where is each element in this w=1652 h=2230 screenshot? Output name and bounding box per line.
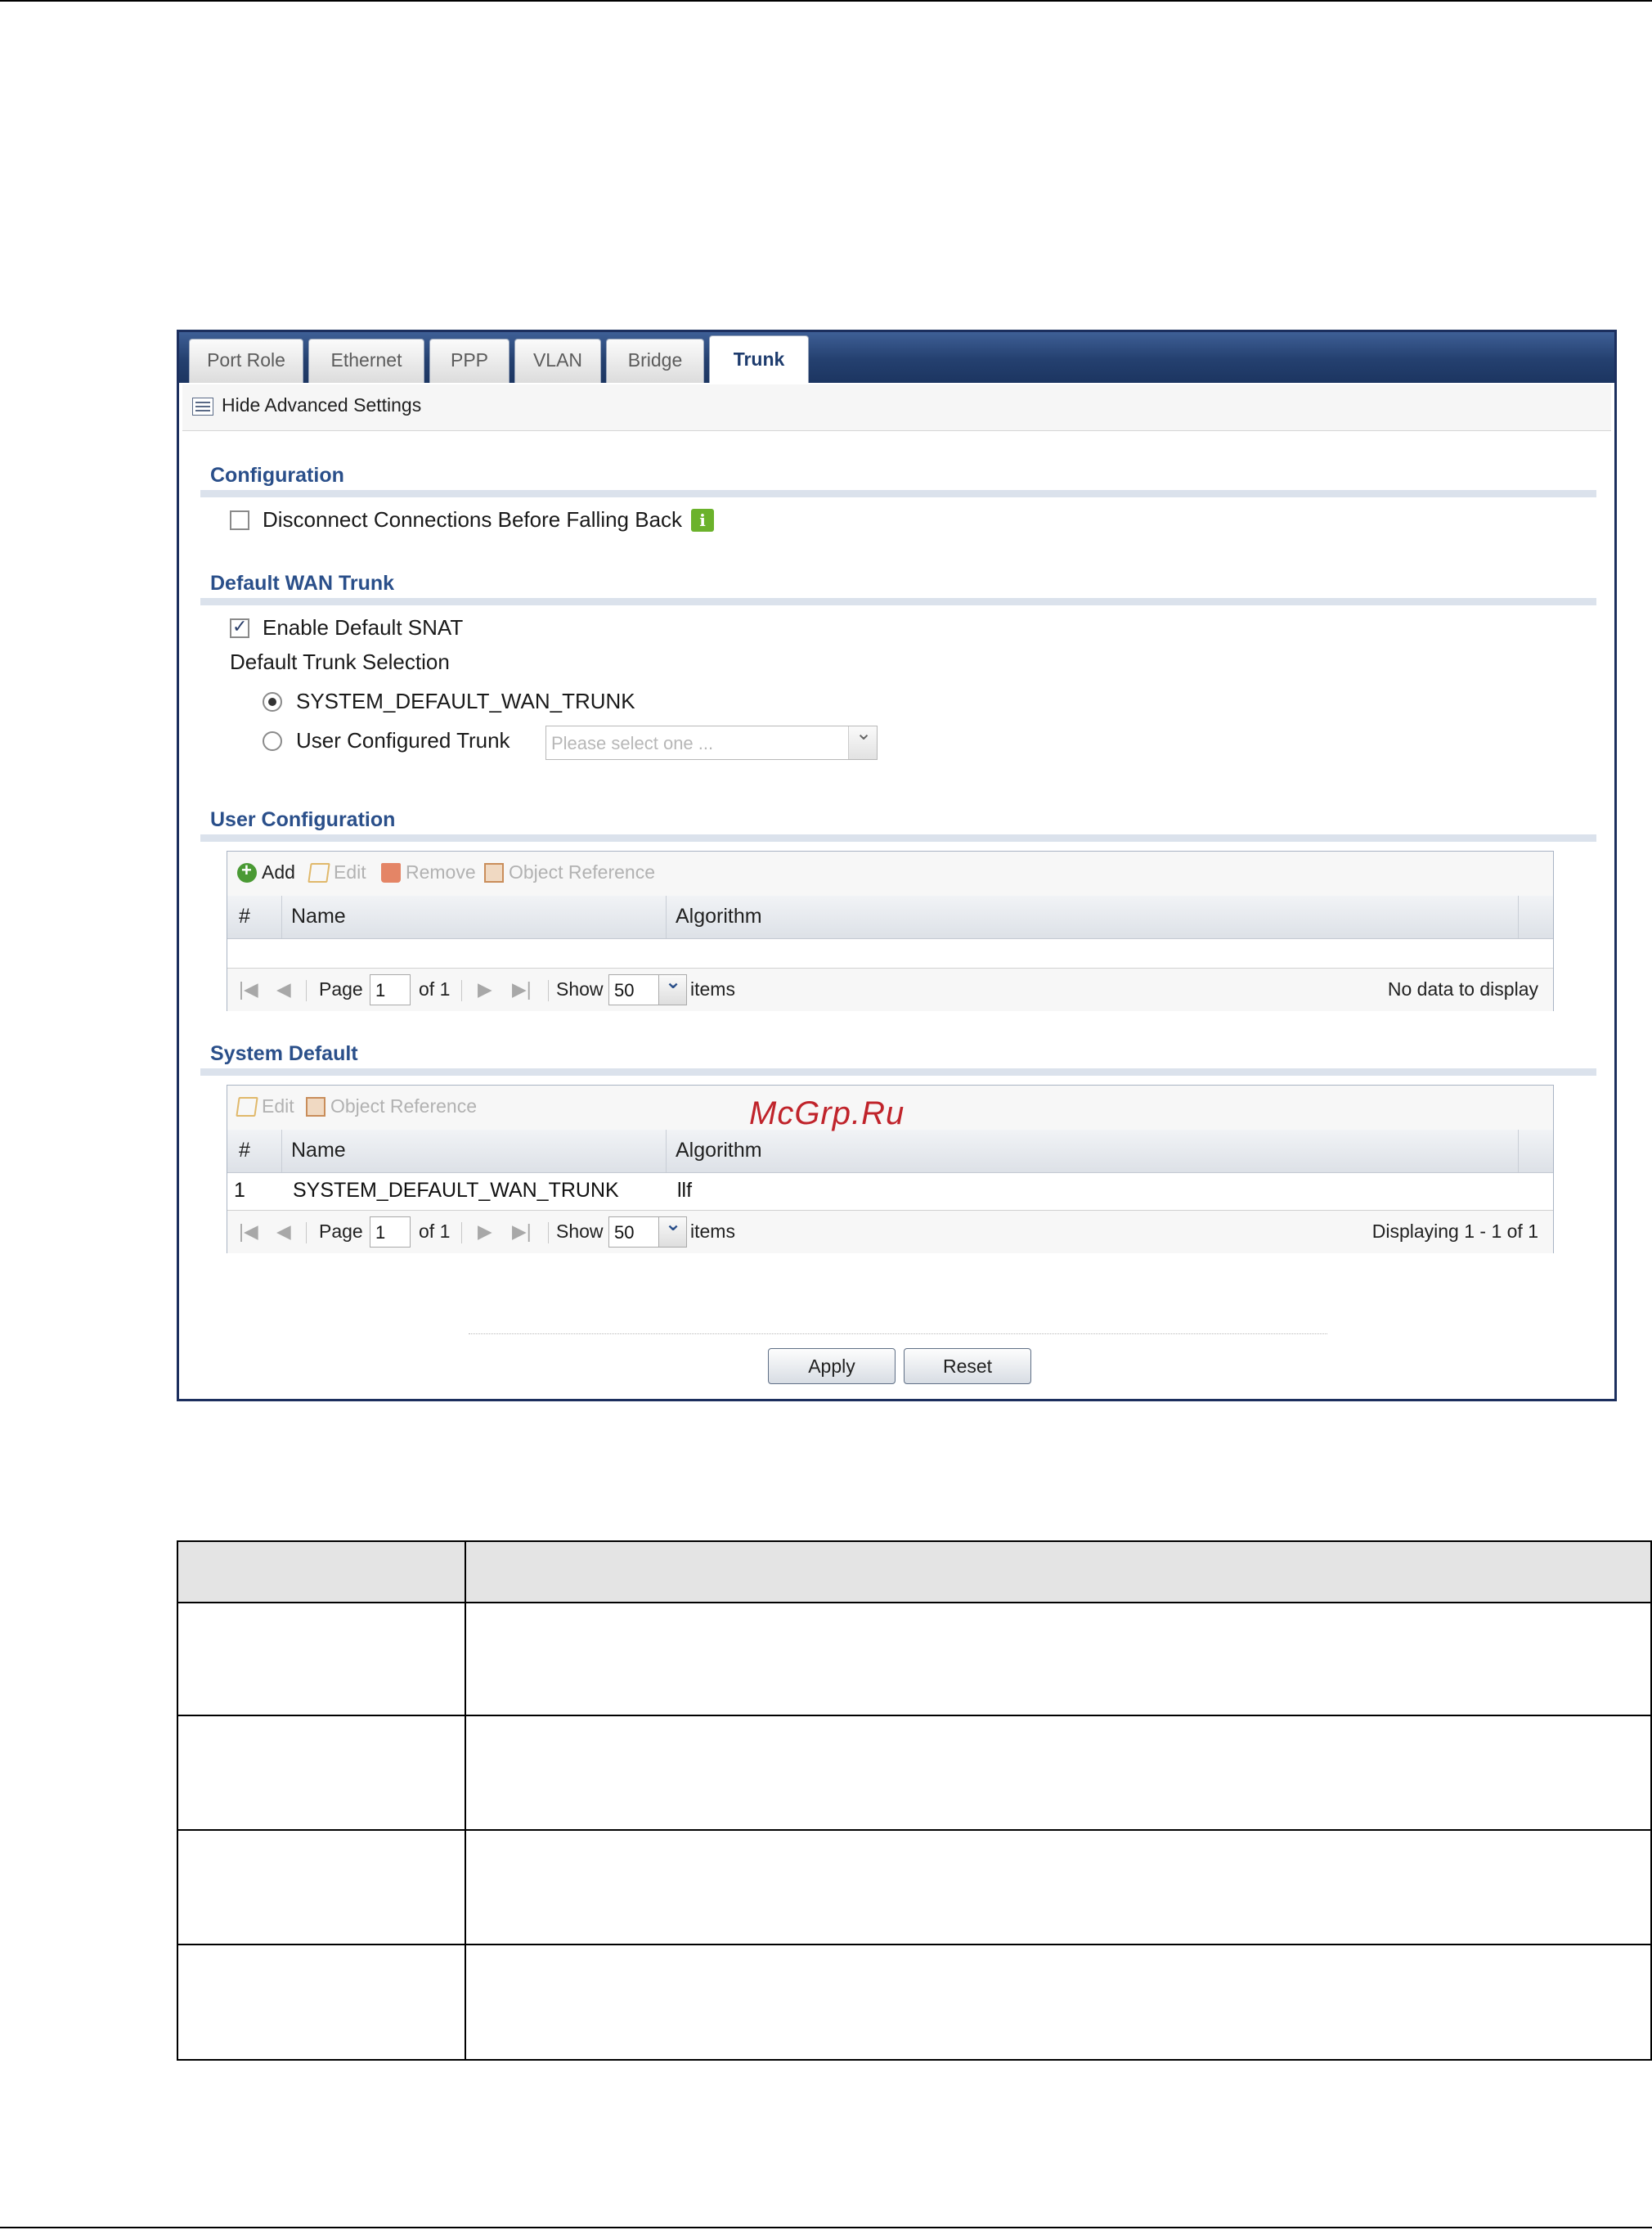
page-label: Page (319, 978, 363, 1000)
previous-page-icon[interactable]: ◀ (276, 1221, 291, 1243)
section-divider (200, 1068, 1596, 1076)
object-reference-button-label: Object Reference (509, 861, 655, 883)
chevron-down-icon[interactable] (659, 1212, 687, 1248)
grid-header: # Name Algorithm (227, 1130, 1553, 1173)
column-header-name[interactable]: Name (291, 1139, 346, 1162)
edit-icon (308, 863, 330, 883)
add-icon (237, 860, 257, 883)
default-wan-trunk-section-title: Default WAN Trunk (210, 572, 395, 595)
section-divider (200, 834, 1596, 842)
object-reference-button[interactable]: Object Reference (484, 861, 655, 883)
first-page-icon[interactable]: |◀ (239, 978, 258, 1000)
column-header-name[interactable]: Name (291, 905, 346, 928)
pager-status: No data to display (1387, 978, 1538, 1000)
last-page-icon[interactable]: ▶| (512, 1221, 532, 1243)
pager-status: Displaying 1 - 1 of 1 (1371, 1221, 1538, 1242)
section-divider (200, 598, 1596, 605)
enable-default-snat-checkbox[interactable] (230, 616, 249, 638)
grid-pager: |◀ ◀ Page 1 of 1 ▶ ▶| Show 50 items Disp… (227, 1210, 1553, 1253)
grid-header: # Name Algorithm (227, 896, 1553, 939)
remove-button[interactable]: Remove (381, 861, 476, 883)
edit-button[interactable]: Edit (308, 861, 366, 883)
configuration-section-title: Configuration (210, 464, 344, 487)
page-label: Page (319, 1221, 363, 1242)
edit-button-label: Edit (334, 861, 366, 883)
table-header-row (177, 1540, 1652, 1602)
tab-trunk[interactable]: Trunk (709, 335, 809, 383)
row-name: SYSTEM_DEFAULT_WAN_TRUNK (293, 1179, 619, 1202)
list-icon[interactable] (192, 398, 213, 416)
edit-button-label: Edit (262, 1095, 294, 1117)
grid-toolbar: Add Edit Remove Object Reference (227, 852, 1553, 897)
system-default-trunk-radio[interactable] (263, 692, 282, 712)
tab-bridge[interactable]: Bridge (606, 339, 704, 383)
info-icon[interactable]: i (691, 509, 714, 532)
items-label: items (690, 978, 735, 1000)
system-default-trunk-label: SYSTEM_DEFAULT_WAN_TRUNK (296, 689, 635, 713)
items-label: items (690, 1221, 735, 1242)
user-trunk-select[interactable]: Please select one ... (545, 722, 878, 760)
chevron-down-icon[interactable] (848, 722, 877, 759)
advanced-settings-bar: Hide Advanced Settings (182, 384, 1611, 431)
object-reference-button-label: Object Reference (330, 1095, 477, 1117)
add-button[interactable]: Add (237, 860, 295, 883)
remove-button-label: Remove (406, 861, 476, 883)
section-divider (200, 490, 1596, 497)
page-top-rule (0, 0, 1652, 2)
next-page-icon[interactable]: ▶ (478, 978, 492, 1000)
hide-advanced-settings-link[interactable]: Hide Advanced Settings (222, 394, 421, 416)
chevron-down-icon[interactable] (659, 970, 687, 1005)
page-bottom-rule (0, 2227, 1652, 2228)
watermark-text: McGrp.Ru (749, 1095, 905, 1131)
trunk-settings-window: Port Role Ethernet PPP VLAN Bridge Trunk… (177, 330, 1617, 1401)
user-configured-trunk-label: User Configured Trunk (296, 728, 510, 753)
tab-port-role[interactable]: Port Role (189, 339, 303, 383)
column-header-num[interactable]: # (239, 905, 250, 928)
column-header-num[interactable]: # (239, 1139, 250, 1162)
show-label: Show (556, 1221, 604, 1242)
disconnect-connections-label: Disconnect Connections Before Falling Ba… (263, 507, 683, 532)
page-number-input[interactable]: 1 (370, 1216, 411, 1248)
page-size-select[interactable]: 50 (608, 974, 659, 1005)
page-count-label: of 1 (419, 978, 451, 1000)
tab-bar: Port Role Ethernet PPP VLAN Bridge Trunk (179, 332, 1614, 383)
trash-icon (381, 863, 401, 883)
last-page-icon[interactable]: ▶| (512, 978, 532, 1000)
page-number-input[interactable]: 1 (370, 974, 411, 1005)
page-size-select[interactable]: 50 (608, 1216, 659, 1248)
object-reference-button[interactable]: Object Reference (306, 1095, 477, 1117)
grid-pager: |◀ ◀ Page 1 of 1 ▶ ▶| Show 50 items No d… (227, 968, 1553, 1011)
tab-ethernet[interactable]: Ethernet (308, 339, 424, 383)
object-reference-icon (306, 1097, 325, 1117)
next-page-icon[interactable]: ▶ (478, 1221, 492, 1243)
tab-vlan[interactable]: VLAN (514, 339, 601, 383)
page-count-label: of 1 (419, 1221, 451, 1242)
user-configuration-grid: Add Edit Remove Object Reference # Name … (227, 851, 1554, 1011)
row-num: 1 (234, 1179, 245, 1202)
table-row[interactable]: 1 SYSTEM_DEFAULT_WAN_TRUNK llf (227, 1172, 1553, 1211)
edit-icon (236, 1097, 258, 1117)
user-configured-trunk-radio[interactable] (263, 731, 282, 751)
object-reference-icon (484, 863, 504, 883)
column-header-algorithm[interactable]: Algorithm (676, 1139, 762, 1162)
enable-default-snat-label: Enable Default SNAT (263, 615, 464, 640)
previous-page-icon[interactable]: ◀ (276, 978, 291, 1000)
first-page-icon[interactable]: |◀ (239, 1221, 258, 1243)
user-trunk-select-placeholder: Please select one ... (551, 733, 714, 753)
edit-button[interactable]: Edit (236, 1095, 294, 1117)
show-label: Show (556, 978, 604, 1000)
footer-divider (469, 1333, 1327, 1334)
disconnect-connections-checkbox[interactable] (230, 510, 249, 530)
user-configuration-section-title: User Configuration (210, 808, 396, 831)
apply-button[interactable]: Apply (768, 1348, 896, 1384)
system-default-section-title: System Default (210, 1042, 358, 1065)
description-table (177, 1540, 1652, 2061)
tab-ppp[interactable]: PPP (429, 339, 510, 383)
add-button-label: Add (262, 861, 295, 883)
column-header-algorithm[interactable]: Algorithm (676, 905, 762, 928)
default-trunk-selection-label: Default Trunk Selection (230, 650, 450, 674)
row-algorithm: llf (677, 1179, 693, 1202)
reset-button[interactable]: Reset (904, 1348, 1031, 1384)
